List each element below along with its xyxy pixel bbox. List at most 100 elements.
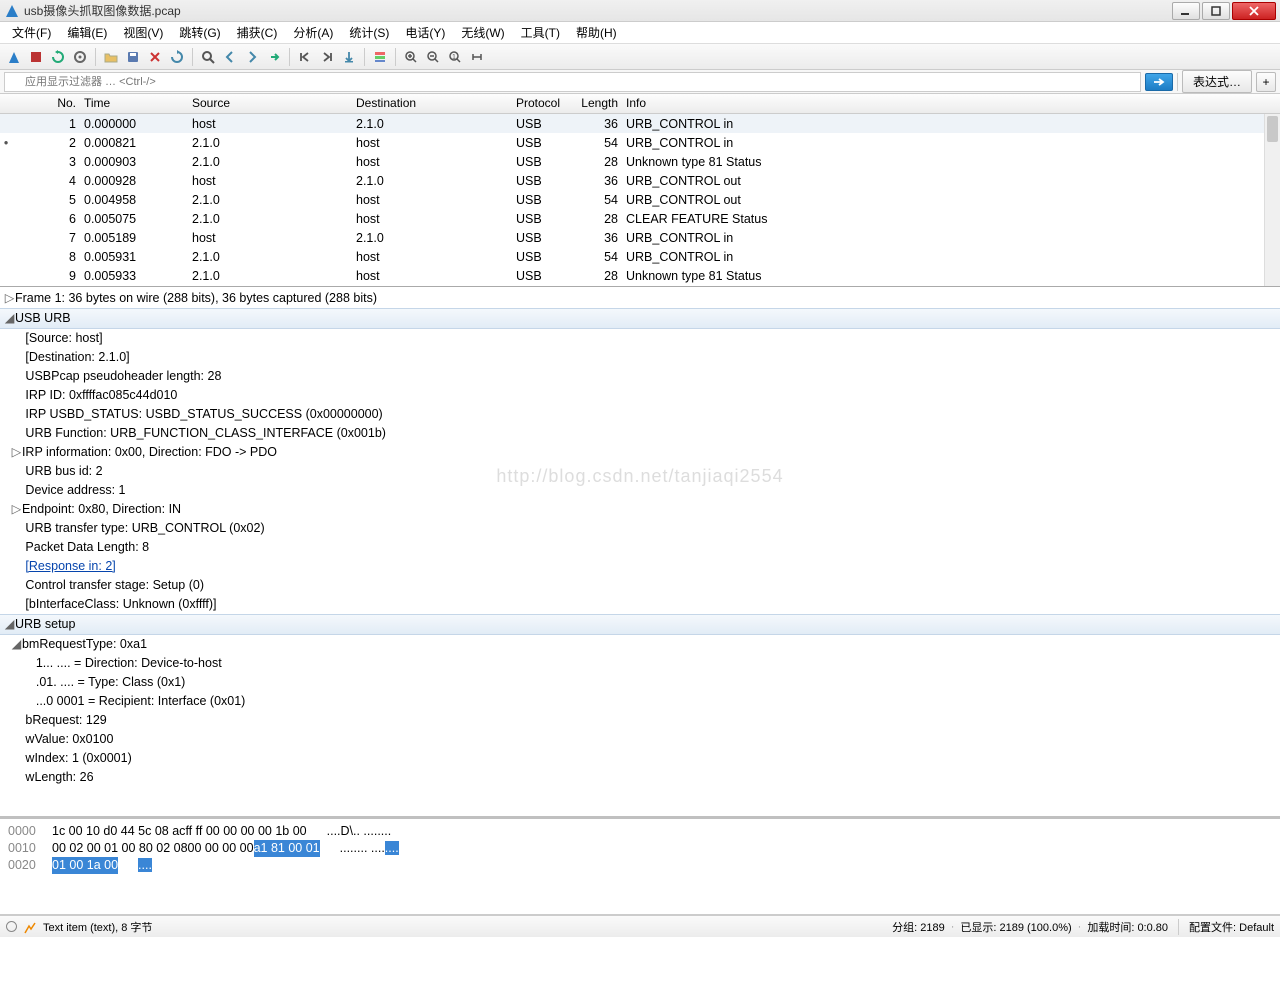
- menu-item[interactable]: 分析(A): [285, 22, 341, 43]
- add-filter-button[interactable]: +: [1256, 72, 1276, 92]
- find-icon[interactable]: [198, 47, 218, 67]
- table-row[interactable]: 10.000000host2.1.0USB36URB_CONTROL in: [0, 114, 1280, 133]
- app-icon: [4, 3, 20, 19]
- zoom-in-icon[interactable]: [401, 47, 421, 67]
- table-row[interactable]: 30.0009032.1.0hostUSB28Unknown type 81 S…: [0, 152, 1280, 171]
- colorize-icon[interactable]: [370, 47, 390, 67]
- menu-item[interactable]: 帮助(H): [568, 22, 625, 43]
- detail-line[interactable]: Device address: 1: [0, 481, 1280, 500]
- detail-line[interactable]: ◢URB setup: [0, 614, 1280, 635]
- table-row[interactable]: •20.0008212.1.0hostUSB54URB_CONTROL in: [0, 133, 1280, 152]
- resize-columns-icon[interactable]: [467, 47, 487, 67]
- detail-line[interactable]: IRP ID: 0xffffac085c44d010: [0, 386, 1280, 405]
- save-file-icon[interactable]: [123, 47, 143, 67]
- go-back-icon[interactable]: [220, 47, 240, 67]
- go-to-icon[interactable]: [264, 47, 284, 67]
- status-left: Text item (text), 8 字节: [43, 919, 152, 935]
- packet-details[interactable]: http://blog.csdn.net/tanjiaqi2554 ▷Frame…: [0, 287, 1280, 819]
- detail-line[interactable]: IRP USBD_STATUS: USBD_STATUS_SUCCESS (0x…: [0, 405, 1280, 424]
- status-bar: Text item (text), 8 字节 分组: 2189 · 已显示: 2…: [0, 915, 1280, 937]
- detail-line[interactable]: Control transfer stage: Setup (0): [0, 576, 1280, 595]
- detail-line[interactable]: wValue: 0x0100: [0, 730, 1280, 749]
- menu-item[interactable]: 电话(Y): [397, 22, 453, 43]
- window-title: usb摄像头抓取图像数据.pcap: [24, 2, 1170, 19]
- detail-line[interactable]: ◢bmRequestType: 0xa1: [0, 635, 1280, 654]
- menu-item[interactable]: 文件(F): [4, 22, 59, 43]
- menu-item[interactable]: 编辑(E): [59, 22, 115, 43]
- go-forward-icon[interactable]: [242, 47, 262, 67]
- detail-line[interactable]: [Source: host]: [0, 329, 1280, 348]
- status-packets: 分组: 2189: [892, 919, 945, 935]
- close-button[interactable]: [1232, 2, 1276, 20]
- detail-line[interactable]: bRequest: 129: [0, 711, 1280, 730]
- minimize-button[interactable]: [1172, 2, 1200, 20]
- detail-line[interactable]: URB Function: URB_FUNCTION_CLASS_INTERFA…: [0, 424, 1280, 443]
- detail-line[interactable]: ...0 0001 = Recipient: Interface (0x01): [0, 692, 1280, 711]
- col-info[interactable]: Info: [622, 94, 1264, 113]
- detail-line[interactable]: URB bus id: 2: [0, 462, 1280, 481]
- status-displayed: 已显示: 2189 (100.0%): [960, 919, 1071, 935]
- menu-item[interactable]: 工具(T): [513, 22, 568, 43]
- table-row[interactable]: 80.0059312.1.0hostUSB54URB_CONTROL in: [0, 247, 1280, 266]
- detail-line[interactable]: ▷Endpoint: 0x80, Direction: IN: [0, 500, 1280, 519]
- detail-line[interactable]: [Destination: 2.1.0]: [0, 348, 1280, 367]
- col-source[interactable]: Source: [188, 94, 352, 113]
- packet-bytes[interactable]: 00001c 00 10 d0 44 5c 08 ac ff ff 00 00 …: [0, 819, 1280, 915]
- reload-icon[interactable]: [167, 47, 187, 67]
- zoom-out-icon[interactable]: [423, 47, 443, 67]
- packet-list: No. Time Source Destination Protocol Len…: [0, 94, 1280, 287]
- menu-item[interactable]: 统计(S): [341, 22, 397, 43]
- start-capture-icon[interactable]: [4, 47, 24, 67]
- zoom-reset-icon[interactable]: 1: [445, 47, 465, 67]
- capture-options-icon[interactable]: [70, 47, 90, 67]
- detail-line[interactable]: ▷Frame 1: 36 bytes on wire (288 bits), 3…: [0, 289, 1280, 308]
- hex-row[interactable]: 00001c 00 10 d0 44 5c 08 ac ff ff 00 00 …: [8, 823, 1272, 840]
- auto-scroll-icon[interactable]: [339, 47, 359, 67]
- detail-line[interactable]: Packet Data Length: 8: [0, 538, 1280, 557]
- go-last-icon[interactable]: [317, 47, 337, 67]
- filter-bar: 表达式… +: [0, 70, 1280, 94]
- expert-info-icon[interactable]: [6, 921, 17, 932]
- table-row[interactable]: 70.005189host2.1.0USB36URB_CONTROL in: [0, 228, 1280, 247]
- hex-row[interactable]: 002001 00 1a 00....: [8, 857, 1272, 874]
- status-load-time: 加载时间: 0:0.80: [1087, 919, 1168, 935]
- menu-item[interactable]: 视图(V): [115, 22, 171, 43]
- apply-filter-button[interactable]: [1145, 73, 1173, 91]
- menu-item[interactable]: 跳转(G): [171, 22, 228, 43]
- stop-capture-icon[interactable]: [26, 47, 46, 67]
- detail-line[interactable]: [Response in: 2]: [0, 557, 1280, 576]
- col-no[interactable]: No.: [12, 94, 80, 113]
- detail-line[interactable]: wIndex: 1 (0x0001): [0, 749, 1280, 768]
- menu-item[interactable]: 捕获(C): [229, 22, 286, 43]
- toolbar: 1: [0, 44, 1280, 70]
- detail-line[interactable]: ▷IRP information: 0x00, Direction: FDO -…: [0, 443, 1280, 462]
- detail-line[interactable]: ◢USB URB: [0, 308, 1280, 329]
- detail-line[interactable]: 1... .... = Direction: Device-to-host: [0, 654, 1280, 673]
- col-length[interactable]: Length: [572, 94, 622, 113]
- table-row[interactable]: 90.0059332.1.0hostUSB28Unknown type 81 S…: [0, 266, 1280, 285]
- hex-row[interactable]: 001000 02 00 01 00 80 02 08 00 00 00 00 …: [8, 840, 1272, 857]
- open-file-icon[interactable]: [101, 47, 121, 67]
- close-file-icon[interactable]: [145, 47, 165, 67]
- table-row[interactable]: 40.000928host2.1.0USB36URB_CONTROL out: [0, 171, 1280, 190]
- detail-line[interactable]: URB transfer type: URB_CONTROL (0x02): [0, 519, 1280, 538]
- col-time[interactable]: Time: [80, 94, 188, 113]
- col-protocol[interactable]: Protocol: [512, 94, 572, 113]
- detail-line[interactable]: [bInterfaceClass: Unknown (0xffff)]: [0, 595, 1280, 614]
- restart-capture-icon[interactable]: [48, 47, 68, 67]
- detail-line[interactable]: USBPcap pseudoheader length: 28: [0, 367, 1280, 386]
- menu-item[interactable]: 无线(W): [453, 22, 512, 43]
- packet-list-header: No. Time Source Destination Protocol Len…: [0, 94, 1280, 114]
- go-first-icon[interactable]: [295, 47, 315, 67]
- table-row[interactable]: 60.0050752.1.0hostUSB28CLEAR FEATURE Sta…: [0, 209, 1280, 228]
- detail-line[interactable]: wLength: 26: [0, 768, 1280, 787]
- table-row[interactable]: 50.0049582.1.0hostUSB54URB_CONTROL out: [0, 190, 1280, 209]
- svg-text:1: 1: [452, 54, 456, 61]
- capture-file-icon[interactable]: [23, 920, 37, 934]
- display-filter-input[interactable]: [4, 72, 1141, 92]
- expression-button[interactable]: 表达式…: [1182, 70, 1252, 93]
- packet-list-scrollbar[interactable]: [1264, 114, 1280, 286]
- detail-line[interactable]: .01. .... = Type: Class (0x1): [0, 673, 1280, 692]
- maximize-button[interactable]: [1202, 2, 1230, 20]
- col-destination[interactable]: Destination: [352, 94, 512, 113]
